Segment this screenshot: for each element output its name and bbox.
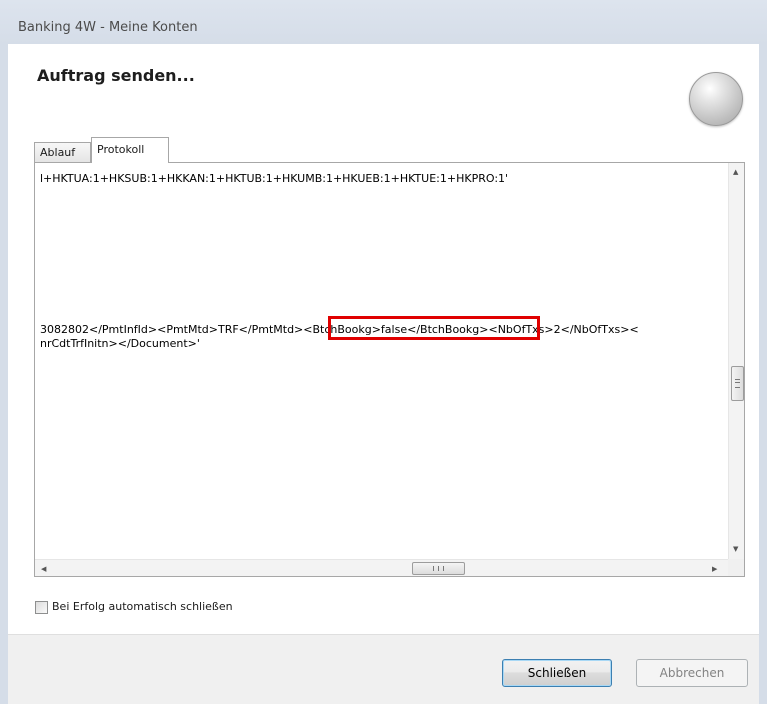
title-bar[interactable]: Banking 4W - Meine Konten [0, 0, 767, 44]
status-orb-icon [689, 72, 743, 126]
dialog-heading: Auftrag senden... [37, 66, 195, 85]
scroll-up-icon[interactable]: ▲ [733, 167, 738, 177]
scroll-right-icon[interactable]: ▶ [712, 564, 717, 574]
log-line: nrCdtTrfInitn></Document>' [40, 337, 200, 350]
grip-icon [433, 566, 444, 571]
grip-icon [735, 379, 740, 388]
horizontal-scroll-thumb[interactable] [412, 562, 465, 575]
vertical-scrollbar[interactable]: ▲ ▼ [728, 163, 744, 559]
scroll-left-icon[interactable]: ◀ [41, 564, 46, 574]
tab-ablauf[interactable]: Ablauf [34, 142, 91, 163]
log-line: l+HKTUA:1+HKSUB:1+HKKAN:1+HKTUB:1+HKUMB:… [40, 172, 509, 185]
horizontal-scrollbar[interactable]: ◀ ▶ [35, 559, 728, 576]
auto-close-label[interactable]: Bei Erfolg automatisch schließen [52, 600, 233, 613]
window-frame-left [0, 44, 8, 704]
scroll-down-icon[interactable]: ▼ [733, 544, 738, 554]
auto-close-checkbox[interactable] [35, 601, 48, 614]
dialog-window: Banking 4W - Meine Konten Auftrag senden… [0, 0, 767, 704]
vertical-scroll-thumb[interactable] [731, 366, 744, 401]
protocol-log[interactable]: l+HKTUA:1+HKSUB:1+HKKAN:1+HKTUB:1+HKUMB:… [34, 162, 745, 577]
close-button[interactable]: Schließen [502, 659, 612, 687]
window-frame-right [759, 44, 767, 704]
dialog-footer: Schließen Abbrechen [8, 634, 759, 704]
scrollbar-corner [728, 559, 744, 576]
window-title: Banking 4W - Meine Konten [18, 20, 198, 35]
cancel-button[interactable]: Abbrechen [636, 659, 748, 687]
tab-protokoll[interactable]: Protokoll [91, 137, 169, 163]
highlight-box [328, 316, 540, 340]
dialog-content: Auftrag senden... Ablauf Protokoll l+HKT… [8, 44, 759, 634]
